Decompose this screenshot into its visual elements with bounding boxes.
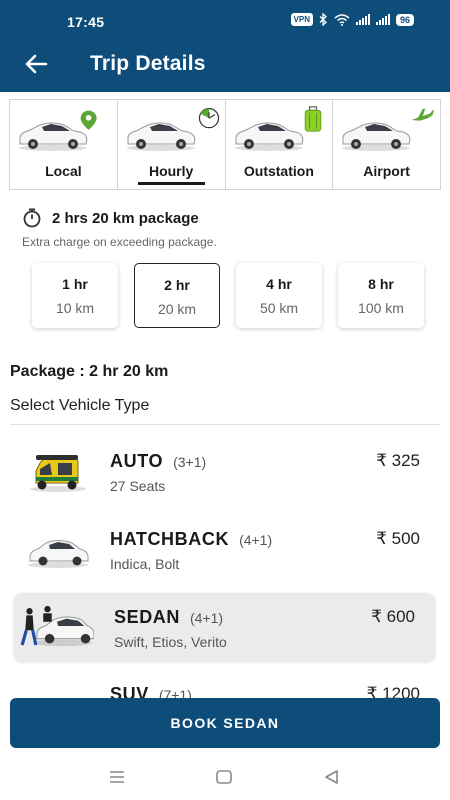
bluetooth-icon xyxy=(319,13,327,26)
option-km: 50 km xyxy=(259,300,299,316)
tab-label-outstation: Outstation xyxy=(243,163,314,179)
vehicle-row-sedan[interactable]: SEDAN (4+1) Swift, Etios, Verito ₹ 600 xyxy=(14,593,435,661)
package-option-1hr[interactable]: 1 hr 10 km xyxy=(32,263,118,328)
vehicle-name: HATCHBACK (4+1) xyxy=(110,529,273,549)
package-summary: Package : 2 hr 20 km xyxy=(10,363,169,380)
vehicle-name: AUTO (3+1) xyxy=(110,451,207,471)
select-vehicle-heading: Select Vehicle Type xyxy=(10,397,150,414)
book-button[interactable]: BOOK SEDAN xyxy=(10,698,440,748)
tab-label-local: Local xyxy=(45,163,82,179)
vehicle-price: ₹ 500 xyxy=(376,529,420,548)
airplane-icon xyxy=(411,108,434,121)
cell-signal-icon-2 xyxy=(375,14,390,25)
vehicle-price: ₹ 600 xyxy=(371,607,415,626)
back-arrow-icon[interactable] xyxy=(22,50,50,78)
sedan-with-driver-icon xyxy=(20,605,94,647)
vehicle-models: 27 Seats xyxy=(110,478,166,494)
option-km: 10 km xyxy=(55,300,95,316)
option-km: 20 km xyxy=(157,301,197,317)
vehicle-models: Indica, Bolt xyxy=(110,556,180,572)
option-hours: 4 hr xyxy=(266,276,292,292)
car-icon xyxy=(342,122,411,151)
cell-signal-icon-1 xyxy=(355,14,370,25)
package-headline: 2 hrs 20 km package xyxy=(52,209,199,227)
vehicle-row-suv[interactable]: SUV (7+1) ₹ 1200 xyxy=(10,670,440,698)
vehicle-models: Swift, Etios, Verito xyxy=(114,634,227,650)
status-bar: 17:45 VPN 96 xyxy=(0,0,450,38)
divider xyxy=(10,424,440,425)
home-icon[interactable] xyxy=(214,767,234,787)
status-time: 17:45 xyxy=(67,14,105,30)
option-km: 100 km xyxy=(358,300,404,316)
status-icons: VPN 96 xyxy=(290,13,414,26)
vehicle-capacity: (7+1) xyxy=(158,687,192,698)
vpn-badge: VPN xyxy=(290,13,313,26)
option-hours: 8 hr xyxy=(368,276,394,292)
tab-hourly[interactable]: Hourly xyxy=(118,100,226,189)
car-icon xyxy=(234,122,304,151)
wifi-icon xyxy=(334,13,350,26)
tab-outstation[interactable]: Outstation xyxy=(226,100,334,189)
battery-indicator: 96 xyxy=(395,13,414,26)
app-bar: Trip Details xyxy=(0,38,450,92)
back-nav-icon[interactable] xyxy=(322,767,342,787)
recent-apps-icon[interactable] xyxy=(107,767,127,787)
car-icon xyxy=(126,122,196,151)
vehicle-capacity: (4+1) xyxy=(190,610,224,626)
option-hours: 2 hr xyxy=(164,277,190,293)
vehicle-row-hatchback[interactable]: HATCHBACK (4+1) Indica, Bolt ₹ 500 xyxy=(10,515,440,583)
vehicle-price: ₹ 325 xyxy=(376,451,420,470)
vehicle-capacity: (3+1) xyxy=(173,454,207,470)
auto-rickshaw-icon xyxy=(30,455,86,492)
system-nav-bar xyxy=(0,755,450,800)
trip-type-tabs: Local Hourly Outstation Airport xyxy=(9,99,441,190)
package-note: Extra charge on exceeding package. xyxy=(22,235,217,249)
vehicle-row-auto[interactable]: AUTO (3+1) 27 Seats ₹ 325 xyxy=(10,437,440,505)
location-pin-icon xyxy=(80,110,97,130)
vehicle-name: SUV (7+1) xyxy=(110,684,192,698)
package-option-2hr[interactable]: 2 hr 20 km xyxy=(134,263,220,328)
package-option-8hr[interactable]: 8 hr 100 km xyxy=(338,263,424,328)
package-options: 1 hr 10 km 2 hr 20 km 4 hr 50 km 8 hr 10… xyxy=(32,263,424,328)
page-title: Trip Details xyxy=(90,52,206,75)
vehicle-name: SEDAN (4+1) xyxy=(114,607,224,627)
stopwatch-icon xyxy=(23,208,41,228)
vehicle-capacity: (4+1) xyxy=(239,532,273,548)
hatchback-car-icon xyxy=(28,540,89,568)
tab-label-airport: Airport xyxy=(363,163,410,179)
package-heading: 2 hrs 20 km package xyxy=(22,208,199,228)
tab-airport[interactable]: Airport xyxy=(333,100,440,189)
clock-icon xyxy=(198,107,219,129)
package-option-4hr[interactable]: 4 hr 50 km xyxy=(236,263,322,328)
tab-local[interactable]: Local xyxy=(10,100,118,189)
option-hours: 1 hr xyxy=(62,276,88,292)
selected-tab-indicator xyxy=(137,182,205,185)
vehicle-price: ₹ 1200 xyxy=(366,684,420,698)
luggage-icon xyxy=(305,106,322,132)
tab-label-hourly: Hourly xyxy=(148,163,194,179)
